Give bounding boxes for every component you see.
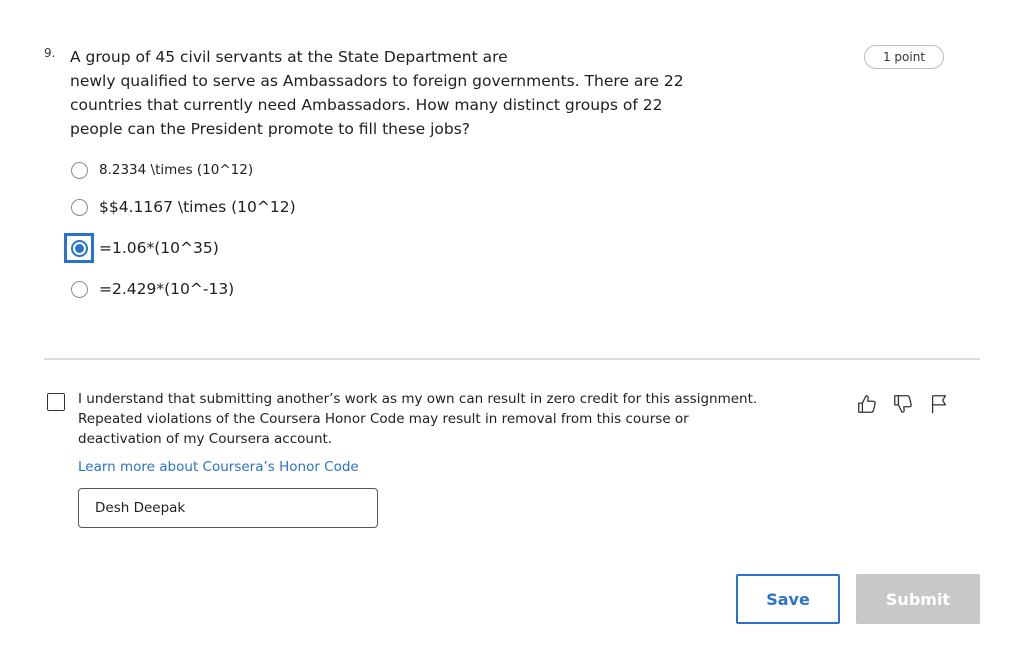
radio-wrapper [64,192,94,222]
option-label: 8.2334 \times (10^12) [99,162,254,178]
question-text: A group of 45 civil servants at the Stat… [70,45,684,141]
radio-button[interactable] [70,280,88,298]
option-label: =1.06*(10^35) [99,239,219,257]
question-number: 9. [44,46,56,60]
section-divider [44,358,980,360]
quiz-page: 9. A group of 45 civil servants at the S… [0,0,1024,668]
honor-code-link[interactable]: Learn more about Coursera’s Honor Code [78,457,359,477]
honor-code-line: I understand that submitting another’s w… [78,391,758,407]
radio-wrapper [64,274,94,304]
radio-button-selected[interactable] [70,239,88,257]
question-text-line: newly qualified to serve as Ambassadors … [70,72,684,90]
save-button[interactable]: Save [736,574,840,624]
question-text-line: people can the President promote to fill… [70,120,471,138]
flag-icon[interactable] [927,392,951,416]
thumbs-up-icon[interactable] [855,392,879,416]
answer-option-3[interactable]: =1.06*(10^35) [64,233,219,263]
option-label: =2.429*(10^-13) [99,280,235,298]
answer-option-2[interactable]: $$4.1167 \times (10^12) [64,192,296,222]
radio-button[interactable] [70,161,88,179]
feedback-icons [855,392,951,416]
thumbs-down-icon[interactable] [891,392,915,416]
submit-button[interactable]: Submit [856,574,980,624]
points-badge: 1 point [864,45,944,69]
honor-code-checkbox[interactable] [47,393,65,411]
honor-code-line: Repeated violations of the Coursera Hono… [78,411,689,427]
legal-name-input[interactable] [78,488,378,528]
radio-focus-ring [64,233,94,263]
radio-button[interactable] [70,198,88,216]
option-label: $$4.1167 \times (10^12) [99,198,296,216]
answer-option-1[interactable]: 8.2334 \times (10^12) [64,155,253,185]
answer-option-4[interactable]: =2.429*(10^-13) [64,274,234,304]
radio-wrapper [64,155,94,185]
radio-dot [74,243,84,253]
honor-code-line: deactivation of my Coursera account. [78,431,333,447]
question-text-line: countries that currently need Ambassador… [70,96,663,114]
question-text-line: A group of 45 civil servants at the Stat… [70,48,508,66]
honor-code-text: I understand that submitting another’s w… [78,389,778,449]
